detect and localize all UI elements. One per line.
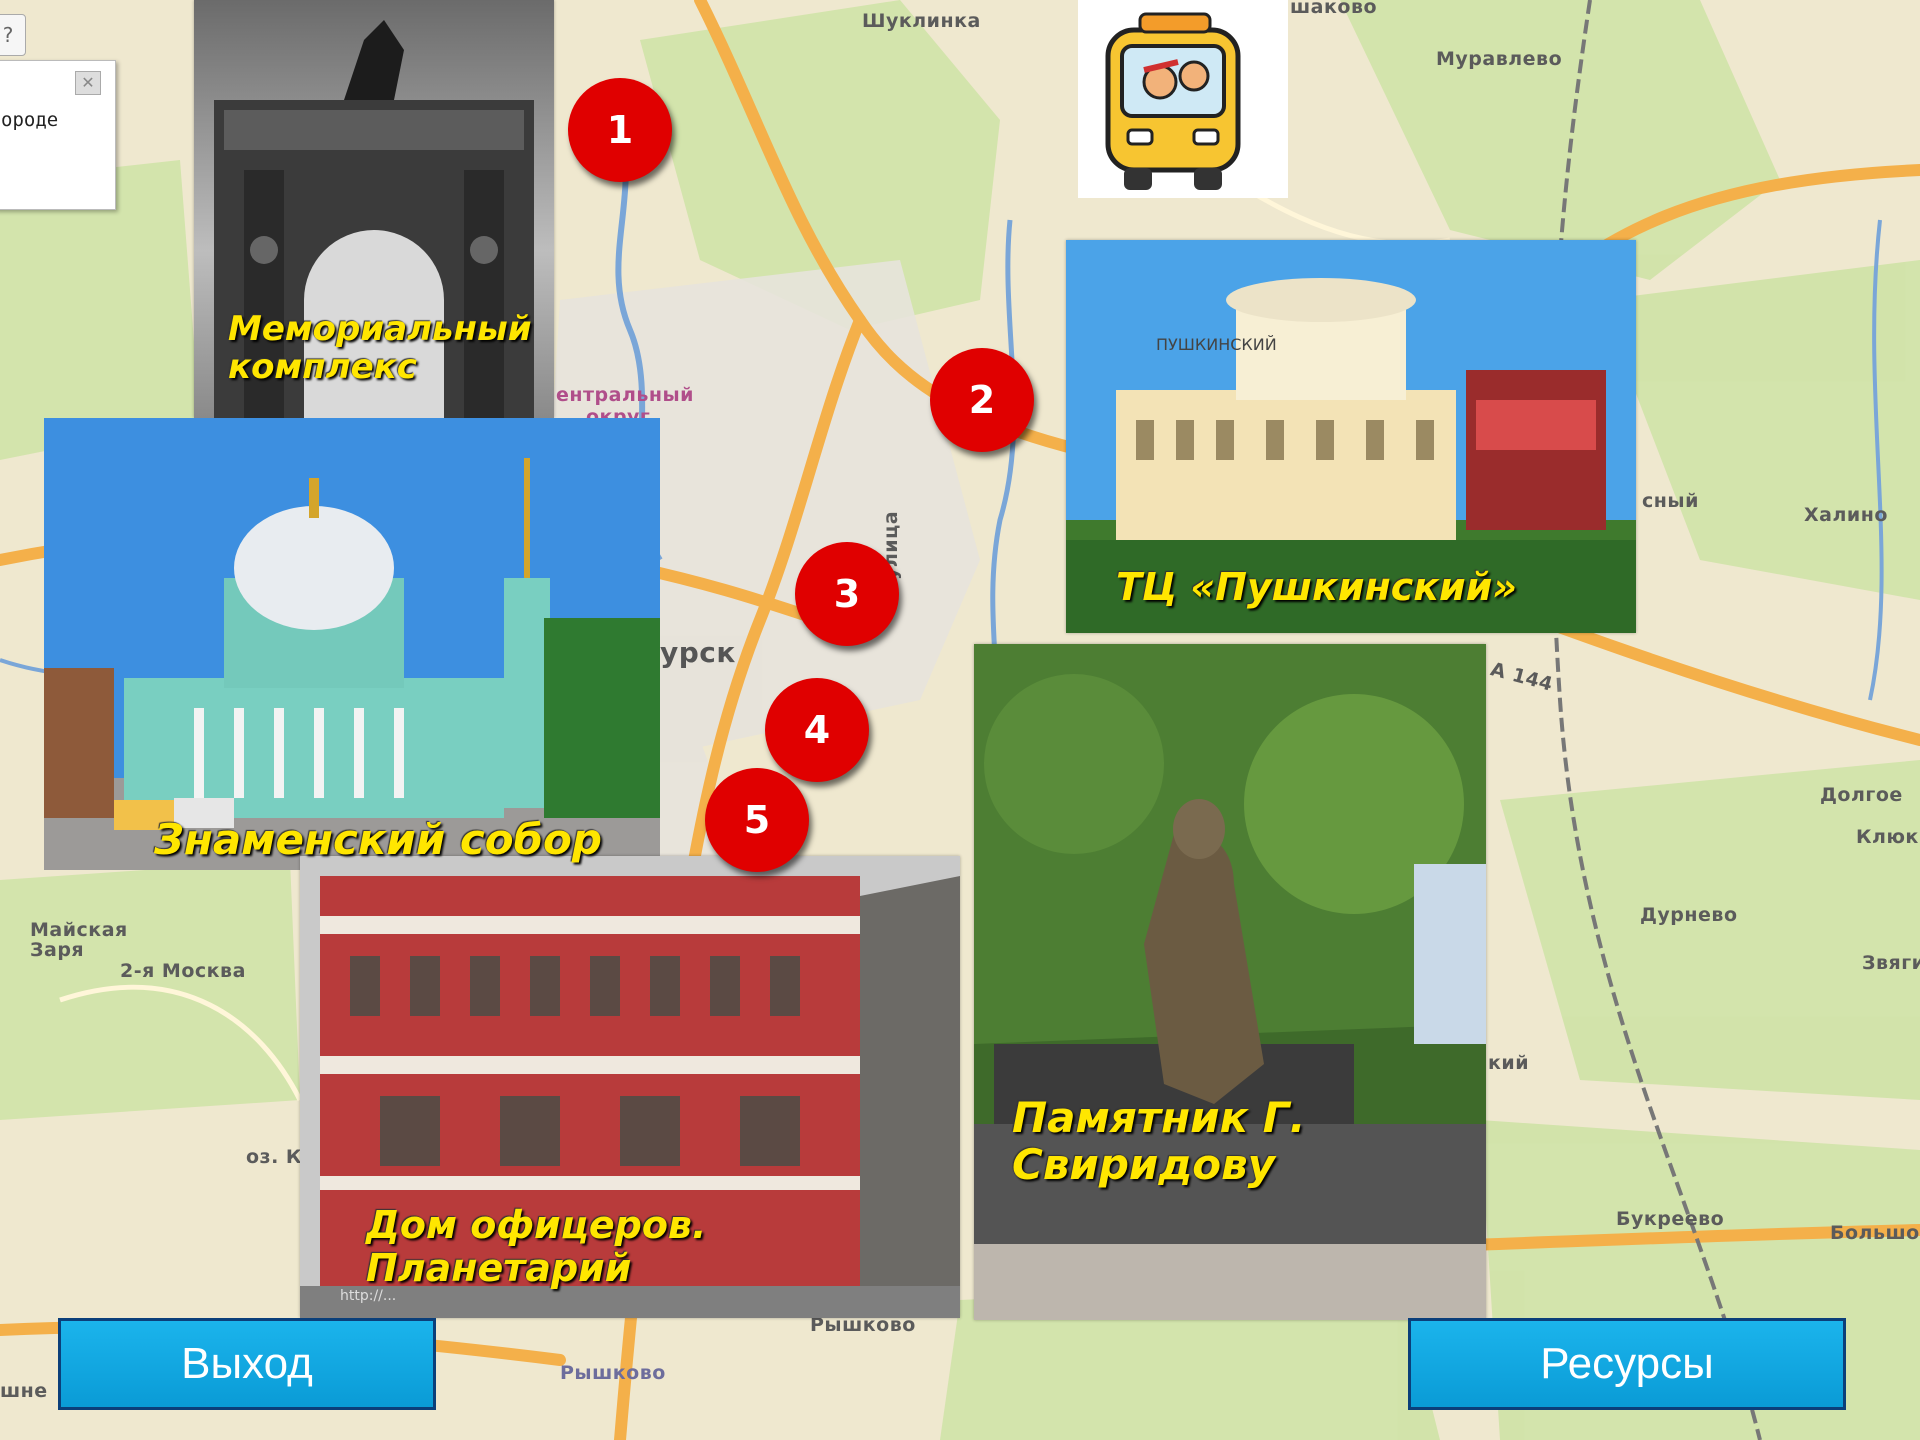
map-label: урск (660, 636, 736, 669)
map-label: ентральный (556, 384, 694, 406)
map-label: шне (0, 1380, 48, 1402)
map-label: Шуклинка (862, 10, 981, 32)
map-label: сный (1642, 490, 1699, 512)
map-marker-4[interactable]: 4 (765, 678, 869, 782)
caption-sviridov: Памятник Г. Свиридову (1012, 1093, 1306, 1190)
map-marker-5[interactable]: 5 (705, 768, 809, 872)
map-label: Дурнево (1640, 904, 1738, 926)
photo-watermark: http://... (340, 1288, 397, 1304)
bus-cartoon-image (1078, 0, 1288, 198)
balloon-text: ороде (1, 109, 59, 131)
map-label: Звяги (1862, 952, 1920, 974)
photo-pushkinsky-mall[interactable]: ПУШКИНСКИЙ ТЦ «Пушкинский» (1066, 240, 1636, 633)
mall-sign: ПУШКИНСКИЙ (1156, 335, 1277, 354)
map-label: Майская Заря (30, 919, 128, 961)
map-marker-1[interactable]: 1 (568, 78, 672, 182)
caption-znamensky: Знаменский собор (154, 815, 602, 864)
map-label: шаково (1290, 0, 1378, 18)
map-balloon: ✕ ороде (0, 60, 116, 210)
caption-memorial: Мемориальный комплекс (228, 309, 532, 388)
map-label: Муравлево (1436, 48, 1563, 70)
map-label: Рышково (560, 1362, 666, 1384)
map-label: 2-я Москва (120, 960, 246, 982)
exit-button[interactable]: Выход (58, 1318, 436, 1410)
map-marker-3[interactable]: 3 (795, 542, 899, 646)
caption-officers-house: Дом офицеров. Планетарий (366, 1203, 707, 1290)
caption-pushkinsky: ТЦ «Пушкинский» (1116, 565, 1517, 609)
close-icon[interactable]: ✕ (75, 71, 101, 95)
map-label: Букреево (1616, 1208, 1725, 1230)
map-tool-button[interactable]: ? (0, 14, 26, 56)
photo-officers-house-planetarium[interactable]: Дом офицеров. Планетарий http://... (300, 856, 960, 1318)
photo-sviridov-monument[interactable]: Памятник Г. Свиридову (974, 644, 1486, 1320)
map-label: кий (1488, 1052, 1530, 1074)
map-label: Халино (1804, 504, 1888, 526)
map-marker-2[interactable]: 2 (930, 348, 1034, 452)
photo-znamensky-cathedral[interactable]: Знаменский собор (44, 418, 660, 870)
map-label: Большо (1830, 1222, 1920, 1244)
resources-button[interactable]: Ресурсы (1408, 1318, 1846, 1410)
map-label: Долгое (1820, 784, 1903, 806)
photo-memorial-complex[interactable]: Мемориальный комплекс (194, 0, 554, 418)
map-label: Клюк (1856, 826, 1919, 848)
